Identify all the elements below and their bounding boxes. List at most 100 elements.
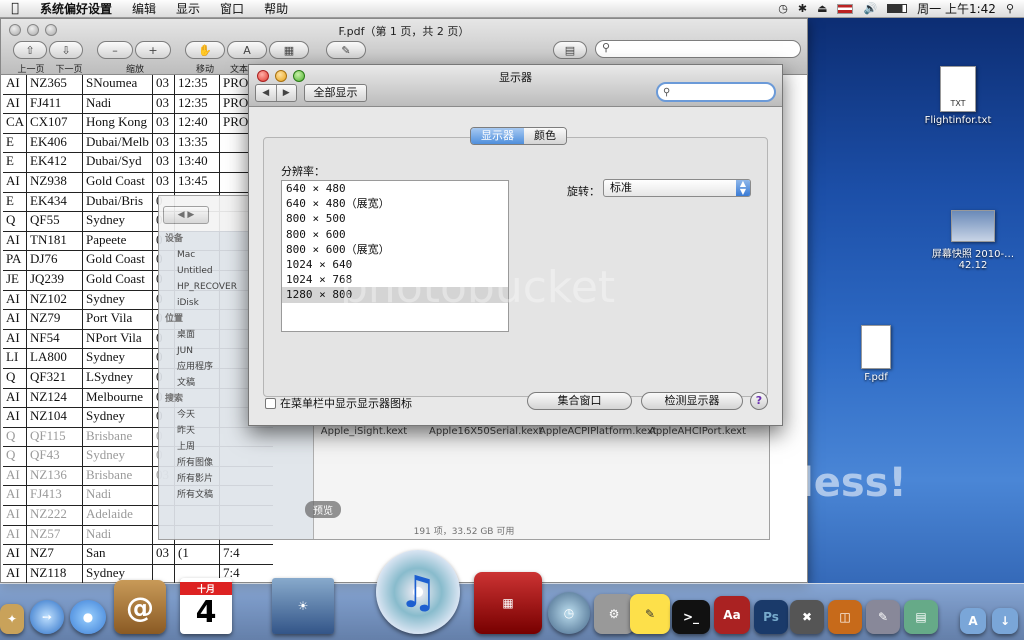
photo-booth-dock-icon[interactable]: ▦	[474, 572, 542, 634]
address-book-dock-icon[interactable]: @	[114, 580, 166, 634]
file-item[interactable]: AppleAHCIPort.kext	[649, 426, 746, 437]
safari-dock-icon[interactable]: ➙	[30, 600, 64, 634]
time-machine-icon[interactable]: ◷	[778, 2, 788, 15]
table-cell: AI	[3, 486, 27, 506]
table-cell: SNoumea	[83, 75, 153, 94]
ical-dock-icon[interactable]: 十月 4	[180, 578, 232, 634]
menubar-clock[interactable]: 周一 上午1:42	[917, 0, 996, 17]
table-row: AI NZ365 SNoumea 03 12:35 PRO	[3, 75, 273, 95]
table-cell: NZ7	[27, 545, 83, 564]
downloads-stack-icon[interactable]: ↓	[992, 608, 1018, 634]
preview-window-title: F.pdf（第 1 页，共 2 页）	[338, 25, 470, 38]
rotation-select[interactable]: 标准 ▲ ▼	[603, 179, 751, 197]
spotlight-icon[interactable]: ⚲	[1006, 2, 1014, 15]
menu-edit[interactable]: 编辑	[122, 0, 166, 17]
preview-dock-icon[interactable]: ✦	[0, 604, 24, 634]
tab-display[interactable]: 显示器	[471, 128, 524, 144]
table-cell: AI	[3, 466, 27, 486]
ichat-dock-icon[interactable]: ●	[70, 600, 106, 634]
table-cell: 12:35	[175, 94, 220, 114]
table-cell: NZ104	[27, 408, 83, 427]
sidebar-item[interactable]: 上周	[159, 439, 313, 455]
gather-windows-button[interactable]: 集合窗口	[527, 392, 632, 410]
menu-view[interactable]: 显示	[166, 0, 210, 17]
zoom-out-button[interactable]: –	[97, 41, 133, 59]
next-page-label: 下一页	[55, 65, 83, 75]
desktop-icon-screenshot[interactable]: 屏幕快照 2010-…42.12	[930, 210, 1016, 271]
menu-system-preferences[interactable]: 系统偏好设置	[30, 0, 122, 17]
itunes-dock-icon[interactable]: ♫	[376, 550, 460, 634]
finder-back-forward[interactable]: ◀ ▶	[163, 206, 209, 224]
dictionary-dock-icon[interactable]: Aa	[714, 596, 750, 634]
back-forward-buttons: ◀ ▶	[255, 84, 297, 102]
table-cell: EK434	[27, 192, 83, 212]
resolution-option[interactable]: 800 × 600	[282, 227, 508, 242]
grapher-dock-icon[interactable]: ▤	[904, 600, 938, 634]
menu-window[interactable]: 窗口	[210, 0, 254, 17]
sidebar-item[interactable]: 所有影片	[159, 471, 313, 487]
table-row: AI NZ7 San 03 (1 7:4	[3, 545, 273, 565]
time-machine-dock-icon[interactable]: ◷	[548, 592, 590, 634]
detect-displays-button[interactable]: 检测显示器	[641, 392, 743, 410]
prefs-search-field[interactable]: ⚲	[656, 82, 776, 102]
next-page-button[interactable]: ⇩	[49, 41, 83, 59]
sidebar-item[interactable]: 所有文稿	[159, 487, 313, 503]
resolution-option[interactable]: 640 × 480（展宽）	[282, 196, 508, 211]
back-arrow-icon[interactable]: ◀	[256, 85, 276, 101]
eject-icon[interactable]: ⏏	[817, 2, 827, 15]
sidebar-item[interactable]: 所有图像	[159, 455, 313, 471]
table-cell: Adelaide	[83, 506, 153, 525]
resolution-option[interactable]: 640 × 480	[282, 181, 508, 196]
select-tool-button[interactable]: ▦	[269, 41, 309, 59]
table-cell: Q	[3, 368, 27, 388]
bluetooth-icon[interactable]: ✱	[798, 2, 807, 15]
resolution-option[interactable]: 800 × 500	[282, 211, 508, 226]
table-cell: TN181	[27, 231, 83, 251]
table-cell: E	[3, 192, 27, 212]
dictionary-label: Aa	[723, 608, 741, 622]
menu-help[interactable]: 帮助	[254, 0, 298, 17]
stickies-dock-icon[interactable]: ✎	[630, 594, 670, 634]
volume-icon[interactable]: 🔊	[863, 2, 877, 15]
annotate-button[interactable]: ✎	[326, 41, 366, 59]
forward-arrow-icon[interactable]: ▶	[275, 85, 297, 101]
search-icon: ⚲	[663, 87, 671, 98]
show-displays-in-menubar-checkbox[interactable]: 在菜单栏中显示显示器图标	[265, 395, 412, 411]
keynote-dock-icon[interactable]: ◫	[828, 600, 862, 634]
table-row: E EK412 Dubai/Syd 03 13:40	[3, 153, 273, 173]
battery-icon[interactable]	[887, 4, 908, 13]
previous-page-button[interactable]: ⇧	[13, 41, 47, 59]
show-all-button[interactable]: 全部显示	[304, 84, 367, 102]
apple-menu-icon[interactable]: 	[0, 1, 30, 16]
table-cell: Gold Coast	[83, 172, 153, 192]
tab-color[interactable]: 颜色	[524, 128, 566, 144]
resolution-option[interactable]: 800 × 600（展宽）	[282, 242, 508, 257]
iphoto-dock-icon[interactable]: ☀	[272, 578, 334, 634]
table-cell: NZ222	[27, 506, 83, 525]
desktop-icon-fpdf[interactable]: F.pdf	[846, 325, 906, 383]
photoshop-dock-icon[interactable]: Ps	[754, 600, 788, 634]
table-cell: AI	[3, 231, 27, 251]
table-cell: E	[3, 133, 27, 153]
desktop-icon-flightinfor[interactable]: TXT Flightinfor.txt	[918, 66, 998, 126]
preview-search-field[interactable]: ⚲	[595, 40, 801, 58]
script-editor-dock-icon[interactable]: ✎	[866, 600, 900, 634]
help-button[interactable]: ?	[750, 392, 768, 410]
terminal-dock-icon[interactable]: >_	[672, 600, 710, 634]
utility-dock-icon[interactable]: ✖	[790, 600, 824, 634]
file-item[interactable]: AppleACPIPlatform.kext	[539, 426, 657, 437]
file-item[interactable]: Apple_iSight.kext	[319, 426, 409, 437]
input-flag-icon[interactable]	[837, 3, 854, 14]
move-label: 移动	[195, 65, 214, 75]
zoom-in-button[interactable]: +	[135, 41, 171, 59]
table-cell: CX107	[27, 114, 83, 133]
file-item[interactable]: Apple16X50Serial.kext	[429, 426, 543, 437]
move-tool-button[interactable]: ✋	[185, 41, 225, 59]
system-preferences-dock-icon[interactable]: ⚙	[594, 594, 634, 634]
table-cell: Sydney	[83, 212, 153, 231]
sidebar-toggle-button[interactable]: ▤	[553, 41, 587, 59]
text-tool-button[interactable]: A	[227, 41, 267, 59]
applications-stack-icon[interactable]: A	[960, 608, 986, 634]
table-cell: 12:40	[175, 114, 220, 133]
checkbox-box[interactable]	[265, 397, 276, 409]
